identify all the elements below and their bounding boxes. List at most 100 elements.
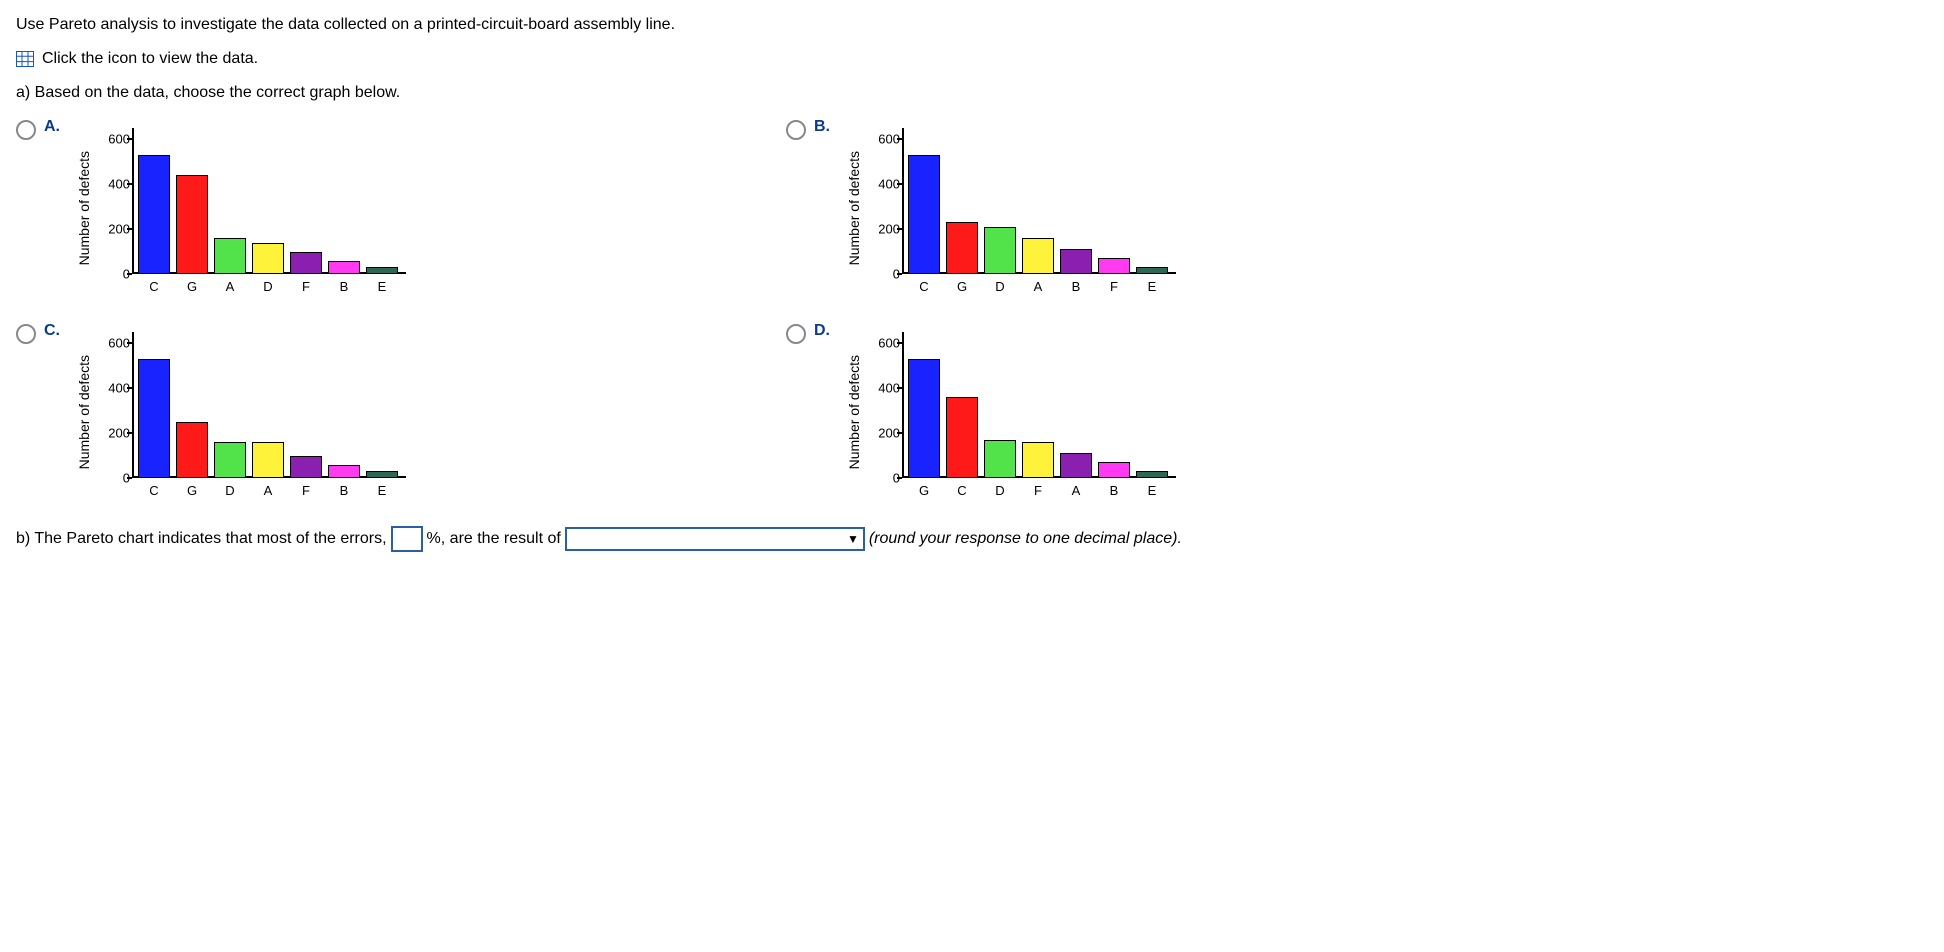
ytick-label: 0 [893,267,900,282]
xcat-label: F [290,483,322,498]
bar [328,465,360,478]
bar [1060,249,1092,274]
xcat-label: D [984,483,1016,498]
bar [908,359,940,478]
bar [214,442,246,478]
y-axis-label: Number of defects [846,151,862,265]
y-axis [902,332,904,478]
ytick-label: 400 [108,177,130,192]
xcat-label: C [138,483,170,498]
bar [946,222,978,274]
percent-input[interactable] [391,526,423,552]
ytick-label: 200 [108,222,130,237]
xcat-label: D [984,279,1016,294]
xcat-label: G [908,483,940,498]
ytick-label: 200 [878,426,900,441]
xcat-label: A [1060,483,1092,498]
bar [138,155,170,274]
bar [176,175,208,274]
xcat-label: C [908,279,940,294]
chart-wrap: Number of defects0200400600CGDAFBE [76,322,416,502]
bar [214,238,246,274]
part-b-pre: b) The Pareto chart indicates that most … [16,530,387,548]
xcat-label: C [946,483,978,498]
xcat-label: D [214,483,246,498]
bar [138,359,170,478]
option-label: D. [814,322,838,340]
ytick-label: 400 [108,381,130,396]
xcat-label: G [176,279,208,294]
ytick-label: 600 [878,336,900,351]
chevron-down-icon: ▼ [847,532,859,546]
data-table-icon[interactable] [16,51,34,67]
xcat-label: G [176,483,208,498]
radio-option-A[interactable] [16,120,36,140]
bar [1098,462,1130,478]
xcat-label: F [290,279,322,294]
radio-option-B[interactable] [786,120,806,140]
part-a-label: a) Based on the data, choose the correct… [16,84,1928,102]
xcat-label: A [214,279,246,294]
bar [366,471,398,478]
xcat-label: F [1022,483,1054,498]
ytick-label: 400 [878,177,900,192]
bar [1022,442,1054,478]
ytick-label: 200 [108,426,130,441]
ytick-label: 600 [108,132,130,147]
ytick-label: 200 [878,222,900,237]
plot-area: 0 200 400 600 GCDFABE [866,322,1176,502]
xcat-label: B [328,279,360,294]
xcat-label: B [328,483,360,498]
radio-option-D[interactable] [786,324,806,344]
xcat-label: E [366,483,398,498]
bar [252,243,284,274]
xcat-label: D [252,279,284,294]
ytick-label: 0 [123,267,130,282]
xcat-label: C [138,279,170,294]
part-b-post: (round your response to one decimal plac… [869,530,1182,548]
chart-wrap: Number of defects 0 200 400 600 CGDABFE [846,118,1186,298]
bar [1060,453,1092,478]
ytick-label: 600 [108,336,130,351]
xcat-label: B [1060,279,1092,294]
y-axis-label: Number of defects [76,151,92,265]
xcat-label: E [1136,483,1168,498]
option-label: A. [44,118,68,136]
bar [176,422,208,478]
bar [984,440,1016,478]
xcat-label: E [366,279,398,294]
plot-area: 0 200 400 600 CGADFBE [96,118,406,298]
bar [1022,238,1054,274]
xcat-label: A [1022,279,1054,294]
part-b: b) The Pareto chart indicates that most … [16,526,1928,552]
y-axis-label: Number of defects [76,355,92,469]
chart-wrap: Number of defects 0 200 400 600 CGADFBE [76,118,416,298]
option-C: C.Number of defects0200400600CGDAFBE [16,322,746,502]
ytick-label: 600 [878,132,900,147]
xcat-label: F [1098,279,1130,294]
option-label: C. [44,322,68,340]
data-link-row: Click the icon to view the data. [16,50,1928,68]
y-axis [132,332,134,478]
bar [290,456,322,478]
xcat-label: G [946,279,978,294]
xcat-label: B [1098,483,1130,498]
bar [1136,471,1168,478]
chart-wrap: Number of defects0200400600GCDFABE [846,322,1186,502]
radio-option-C[interactable] [16,324,36,344]
option-A: A. Number of defects 0 200 400 600 CGADFBE [16,118,746,298]
bar [1098,258,1130,274]
option-B: B. Number of defects 0 200 400 600 CGDABFE [786,118,1516,298]
ytick-label: 0 [893,471,900,486]
ytick-label: 0 [123,471,130,486]
reason-select[interactable]: ▼ [565,527,865,551]
ytick-label: 400 [878,381,900,396]
plot-area: 0200400600CGDAFBE [96,322,406,502]
option-label: B. [814,118,838,136]
xcat-label: E [1136,279,1168,294]
bar [908,155,940,274]
data-link-text[interactable]: Click the icon to view the data. [42,50,258,68]
part-b-pct: %, are the result of [427,530,561,548]
bar [984,227,1016,274]
bar [252,442,284,478]
